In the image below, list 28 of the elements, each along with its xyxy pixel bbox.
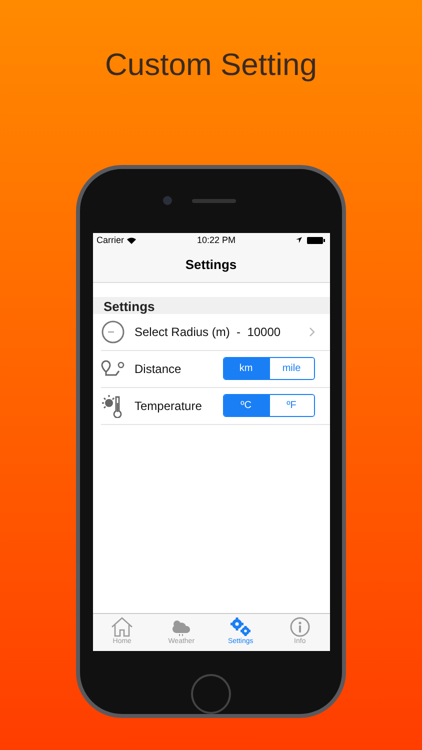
settings-row[interactable]: Temperature ºC ºF [100,388,330,425]
speaker [192,198,236,203]
clock-icon [100,320,124,344]
camera [162,196,172,206]
settings-row[interactable]: Distance km mile [100,350,330,388]
segment-button[interactable]: ºC [224,395,268,416]
segment-button[interactable]: mile [268,358,314,380]
battery-icon [307,236,326,244]
row-label: Temperature [134,398,203,413]
headline: Custom Setting [105,46,317,84]
segment-button[interactable]: km [224,358,268,380]
settings-row[interactable]: Select Radius (m) - 10000 [100,314,330,351]
nav-title: Settings [92,248,330,283]
status-time: 10:22 PM [196,235,236,246]
row-label: Distance [134,362,182,376]
carrier-label: Carrier [96,235,124,246]
gears-icon [230,617,252,638]
location-arrow-icon [296,237,302,244]
chevron-icon [308,326,314,337]
home-icon [111,617,134,638]
route-icon [100,360,124,378]
home-button[interactable] [191,674,231,714]
info-icon [288,617,311,638]
section-header: Settings [92,296,330,314]
row-label: Select Radius (m) - 10000 [134,324,282,339]
segment-button[interactable]: ºF [268,395,314,416]
weather-thermometer-icon [100,394,124,418]
wifi-icon [127,236,136,244]
